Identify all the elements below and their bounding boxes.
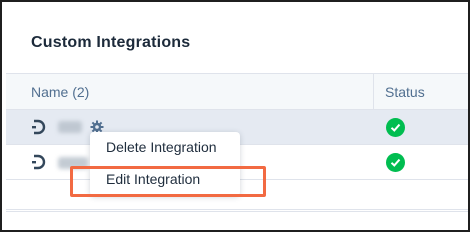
status-column-header[interactable]: Status [385,74,425,110]
column-divider [373,74,374,110]
check-circle-icon [386,118,405,137]
integration-name-redacted[interactable] [58,121,82,133]
name-column-header[interactable]: Name (2) [31,74,89,110]
check-circle-icon [386,153,405,172]
d-logo-icon [32,154,46,170]
delete-integration-menu-item[interactable]: Delete Integration [90,132,240,163]
integration-actions-menu: Delete Integration Edit Integration [90,132,240,196]
integration-name-redacted[interactable] [58,157,88,169]
table-header: Name (2) Status [6,73,468,110]
screenshot-frame: Custom Integrations Name (2) Status Dele… [0,0,470,232]
edit-integration-menu-item[interactable]: Edit Integration [90,164,240,195]
card-title: Custom Integrations [31,34,191,51]
d-logo-icon [32,119,46,135]
